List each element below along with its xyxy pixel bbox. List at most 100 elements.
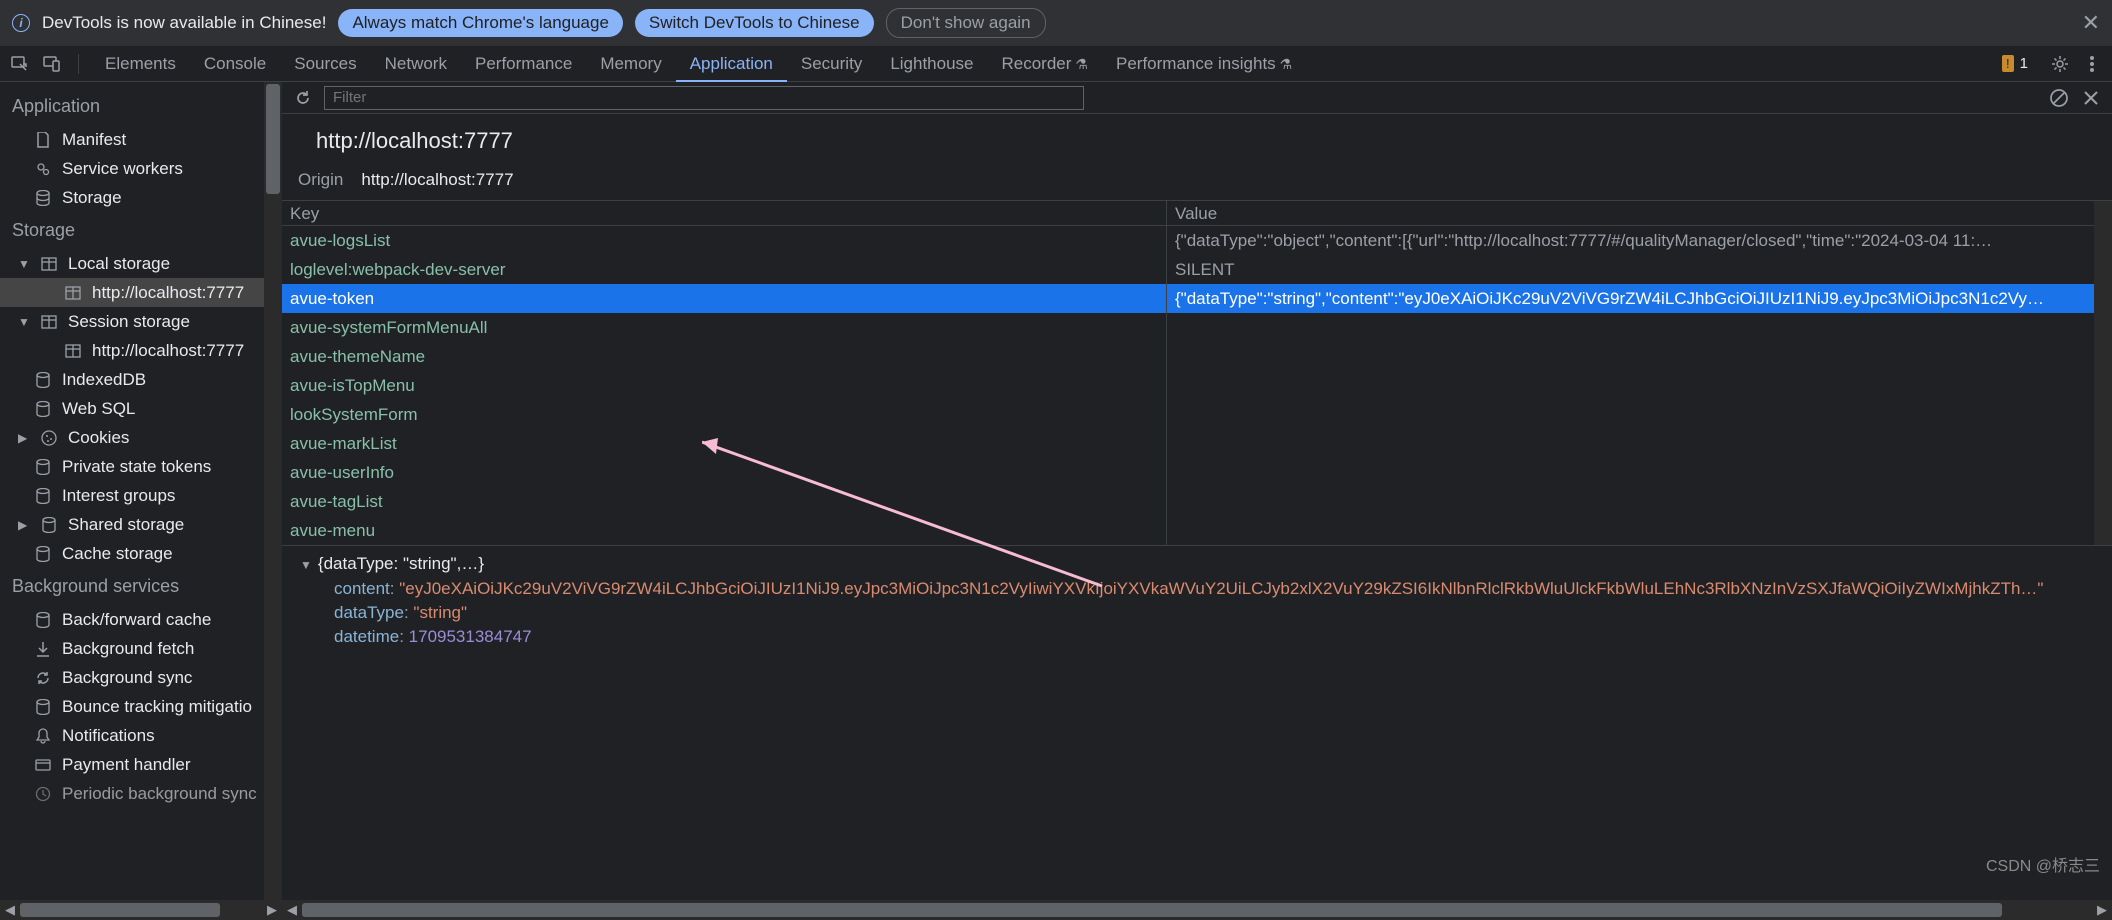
storage-toolbar <box>282 82 2112 114</box>
table-row[interactable]: avue-menu <box>282 516 2094 545</box>
cell-value <box>1167 342 2094 371</box>
cell-value <box>1167 313 2094 342</box>
table-row[interactable]: avue-logsList{"dataType":"object","conte… <box>282 226 2094 255</box>
sidebar-item-session-storage-origin[interactable]: http://localhost:7777 <box>0 336 264 365</box>
sidebar-item-shared-storage[interactable]: ▶ Shared storage <box>0 510 264 539</box>
table-row[interactable]: avue-userInfo <box>282 458 2094 487</box>
table-row[interactable]: avue-token{"dataType":"string","content"… <box>282 284 2094 313</box>
sidebar-item-manifest[interactable]: Manifest <box>0 125 264 154</box>
col-key[interactable]: Key <box>282 201 1167 225</box>
beaker-icon: ⚗ <box>1075 56 1088 72</box>
table-icon <box>40 313 58 331</box>
col-value[interactable]: Value <box>1167 201 2094 225</box>
cell-value: SILENT <box>1167 255 2094 284</box>
sidebar-item-periodic[interactable]: Periodic background sync <box>0 779 264 808</box>
settings-gear-icon[interactable] <box>2046 50 2074 78</box>
cell-key: avue-markList <box>282 429 1167 458</box>
refresh-icon[interactable] <box>292 87 314 109</box>
table-row[interactable]: avue-markList <box>282 429 2094 458</box>
table-row[interactable]: loglevel:webpack-dev-serverSILENT <box>282 255 2094 284</box>
device-toggle-icon[interactable] <box>38 50 66 78</box>
tab-performance-insights[interactable]: Performance insights⚗ <box>1102 46 1306 82</box>
more-menu-icon[interactable] <box>2078 50 2106 78</box>
download-icon <box>34 640 52 658</box>
database-icon <box>40 516 58 534</box>
tab-recorder[interactable]: Recorder⚗ <box>988 46 1102 82</box>
sidebar-scrollbar[interactable] <box>264 82 282 900</box>
inspect-icon[interactable] <box>6 50 34 78</box>
cell-key: avue-token <box>282 284 1167 313</box>
tab-performance[interactable]: Performance <box>461 46 586 82</box>
table-row[interactable]: avue-themeName <box>282 342 2094 371</box>
sidebar-item-cache-storage[interactable]: Cache storage <box>0 539 264 568</box>
database-icon <box>34 189 52 207</box>
switch-language-button[interactable]: Switch DevTools to Chinese <box>635 9 874 37</box>
sidebar-item-payment[interactable]: Payment handler <box>0 750 264 779</box>
sync-icon <box>34 669 52 687</box>
table-row[interactable]: avue-isTopMenu <box>282 371 2094 400</box>
tab-lighthouse[interactable]: Lighthouse <box>876 46 987 82</box>
database-icon <box>34 545 52 563</box>
table-icon <box>64 284 82 302</box>
sidebar-item-cookies[interactable]: ▶ Cookies <box>0 423 264 452</box>
bell-icon <box>34 727 52 745</box>
tab-memory[interactable]: Memory <box>586 46 675 82</box>
sidebar-item-bgfetch[interactable]: Background fetch <box>0 634 264 663</box>
tab-application[interactable]: Application <box>676 46 787 82</box>
database-icon <box>34 371 52 389</box>
clear-all-icon[interactable] <box>2048 87 2070 109</box>
sidebar-category-storage: Storage <box>0 212 264 249</box>
delete-selected-icon[interactable] <box>2080 87 2102 109</box>
sidebar-hscrollbar[interactable]: ◀▶ <box>0 900 282 920</box>
clock-icon <box>34 785 52 803</box>
watermark: CSDN @桥志三 <box>1986 852 2100 876</box>
sidebar-item-service-workers[interactable]: Service workers <box>0 154 264 183</box>
origin-value: http://localhost:7777 <box>361 170 513 190</box>
cell-key: avue-isTopMenu <box>282 371 1167 400</box>
banner-text: DevTools is now available in Chinese! <box>42 13 326 33</box>
match-language-button[interactable]: Always match Chrome's language <box>338 9 622 37</box>
caret-down-icon: ▼ <box>18 315 30 329</box>
sidebar-item-local-storage-origin[interactable]: http://localhost:7777 <box>0 278 264 307</box>
sidebar-item-interest-groups[interactable]: Interest groups <box>0 481 264 510</box>
sidebar-item-bgsync[interactable]: Background sync <box>0 663 264 692</box>
sidebar-item-bfcache[interactable]: Back/forward cache <box>0 605 264 634</box>
expand-caret-icon[interactable]: ▼ <box>300 558 312 572</box>
table-row[interactable]: lookSystemForm <box>282 400 2094 429</box>
table-scrollbar[interactable] <box>2094 201 2112 545</box>
table-row[interactable]: avue-tagList <box>282 487 2094 516</box>
caret-right-icon: ▶ <box>18 518 30 532</box>
sidebar-item-local-storage[interactable]: ▼ Local storage <box>0 249 264 278</box>
warning-badge-icon[interactable]: ! <box>2002 55 2014 72</box>
table-header: Key Value <box>282 201 2094 226</box>
origin-label: Origin <box>298 170 343 190</box>
cell-key: lookSystemForm <box>282 400 1167 429</box>
table-row[interactable]: avue-systemFormMenuAll <box>282 313 2094 342</box>
application-sidebar: Application Manifest Service workers Sto… <box>0 82 282 900</box>
cell-value: {"dataType":"object","content":[{"url":"… <box>1167 226 2094 255</box>
main-hscrollbar[interactable]: ◀▶ <box>282 900 2112 920</box>
dont-show-button[interactable]: Don't show again <box>886 8 1046 38</box>
cookie-icon <box>40 429 58 447</box>
tab-sources[interactable]: Sources <box>280 46 370 82</box>
close-banner-icon[interactable]: ✕ <box>2082 10 2100 36</box>
database-icon <box>34 698 52 716</box>
caret-down-icon: ▼ <box>18 257 30 271</box>
cell-value <box>1167 458 2094 487</box>
tab-network[interactable]: Network <box>371 46 461 82</box>
sidebar-item-bounce[interactable]: Bounce tracking mitigatio <box>0 692 264 721</box>
tab-elements[interactable]: Elements <box>91 46 190 82</box>
tab-security[interactable]: Security <box>787 46 876 82</box>
beaker-icon: ⚗ <box>1280 56 1293 72</box>
sidebar-item-session-storage[interactable]: ▼ Session storage <box>0 307 264 336</box>
database-icon <box>34 611 52 629</box>
sidebar-item-notifications[interactable]: Notifications <box>0 721 264 750</box>
tab-console[interactable]: Console <box>190 46 280 82</box>
sidebar-item-websql[interactable]: Web SQL <box>0 394 264 423</box>
devtools-tab-bar: ElementsConsoleSourcesNetworkPerformance… <box>0 46 2112 82</box>
sidebar-item-private-tokens[interactable]: Private state tokens <box>0 452 264 481</box>
filter-input[interactable] <box>324 86 1084 110</box>
cell-key: loglevel:webpack-dev-server <box>282 255 1167 284</box>
sidebar-item-indexeddb[interactable]: IndexedDB <box>0 365 264 394</box>
sidebar-item-storage[interactable]: Storage <box>0 183 264 212</box>
